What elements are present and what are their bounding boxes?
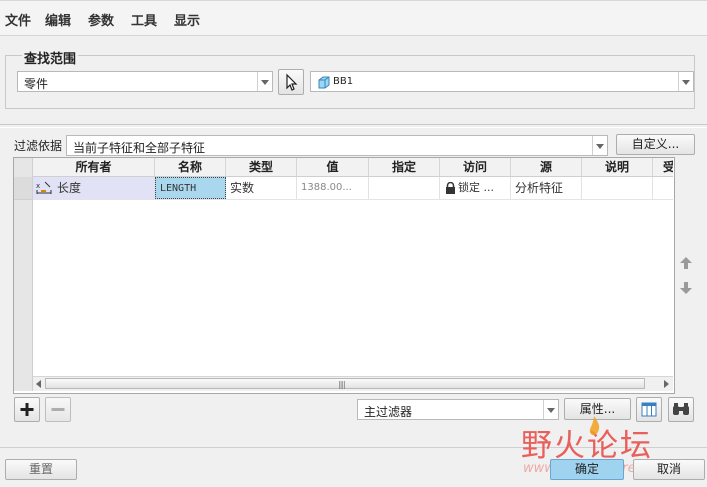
divider [0,124,707,125]
remove-parameter-button[interactable] [45,397,71,422]
filter-select[interactable]: 当前子特征和全部子特征 [66,135,608,156]
cell-type[interactable]: 实数 [226,177,297,199]
move-up-icon[interactable] [679,256,693,270]
owner-text: 长度 [57,181,82,195]
access-text: 锁定 ... [458,181,494,194]
menu-parameters[interactable]: 参数 [88,10,114,29]
cell-value[interactable]: 1388.00... [297,177,369,199]
column-header-description[interactable]: 说明 [582,158,653,176]
cell-designated[interactable] [369,177,440,199]
column-header-type[interactable]: 类型 [226,158,297,176]
column-header-designated[interactable]: 指定 [369,158,440,176]
table-header: 所有者 名称 类型 值 指定 访问 源 说明 受 [33,158,673,177]
column-header-value[interactable]: 值 [297,158,369,176]
part-icon [318,76,330,89]
select-model-button[interactable] [278,69,304,95]
chevron-down-icon [678,72,693,91]
column-header-name[interactable]: 名称 [155,158,226,176]
row-divider [33,199,673,200]
menu-bar: 文件 编辑 参数 工具 显示 [0,0,707,36]
svg-text:x: x [36,182,40,190]
scope-select-value: 零件 [24,77,49,91]
main-filter-select[interactable]: 主过滤器 [357,399,559,420]
scroll-right-icon[interactable] [664,380,669,388]
horizontal-scrollbar[interactable]: |||| [33,376,673,391]
menu-file[interactable]: 文件 [5,10,31,29]
chevron-down-icon [257,72,272,91]
minus-icon [51,408,65,411]
customize-button[interactable]: 自定义... [616,134,695,155]
cursor-arrow-icon [286,73,298,91]
main-filter-value: 主过滤器 [364,405,413,419]
search-scope-title: 查找范围 [22,48,79,67]
move-down-icon[interactable] [679,281,693,295]
cell-name[interactable]: LENGTH [155,177,226,199]
column-header-source[interactable]: 源 [511,158,582,176]
row-header[interactable] [14,177,32,200]
column-header-restricted[interactable]: 受 [653,158,673,176]
cell-source[interactable]: 分析特征 [511,177,582,199]
add-parameter-button[interactable] [14,397,40,422]
divider [0,127,707,128]
chevron-down-icon [592,136,607,155]
ok-button[interactable]: 确定 [550,459,624,480]
cell-restricted[interactable] [653,177,673,199]
chevron-down-icon [543,400,558,419]
filter-select-value: 当前子特征和全部子特征 [73,141,206,155]
cancel-button[interactable]: 取消 [633,459,705,480]
row-header-column [14,158,33,391]
table-icon [641,402,657,417]
model-select[interactable]: BB1 [310,71,694,92]
flame-icon [589,416,600,435]
menu-tools[interactable]: 工具 [131,10,157,29]
parameters-table: 所有者 名称 类型 值 指定 访问 源 说明 受 x 长度 LENGTH 实数 … [13,157,675,394]
scope-select[interactable]: 零件 [17,71,273,92]
reset-button[interactable]: 重置 [5,459,77,480]
plus-icon [20,403,34,416]
model-select-value: BB1 [333,76,354,87]
binoculars-icon [673,403,689,415]
filter-label: 过滤依据 [14,139,63,153]
table-columns-button[interactable] [636,397,662,422]
menu-display[interactable]: 显示 [174,10,200,29]
menu-edit[interactable]: 编辑 [45,10,71,29]
cell-owner[interactable]: x 长度 [33,177,155,199]
lock-icon [446,182,455,194]
cell-access[interactable]: 锁定 ... [440,177,511,199]
find-button[interactable] [668,397,694,422]
dimension-icon: x [36,181,52,194]
scroll-left-icon[interactable] [36,380,41,388]
cell-description[interactable] [582,177,653,199]
column-header-owner[interactable]: 所有者 [33,158,155,176]
column-header-access[interactable]: 访问 [440,158,511,176]
scrollbar-thumb[interactable]: |||| [45,378,645,389]
